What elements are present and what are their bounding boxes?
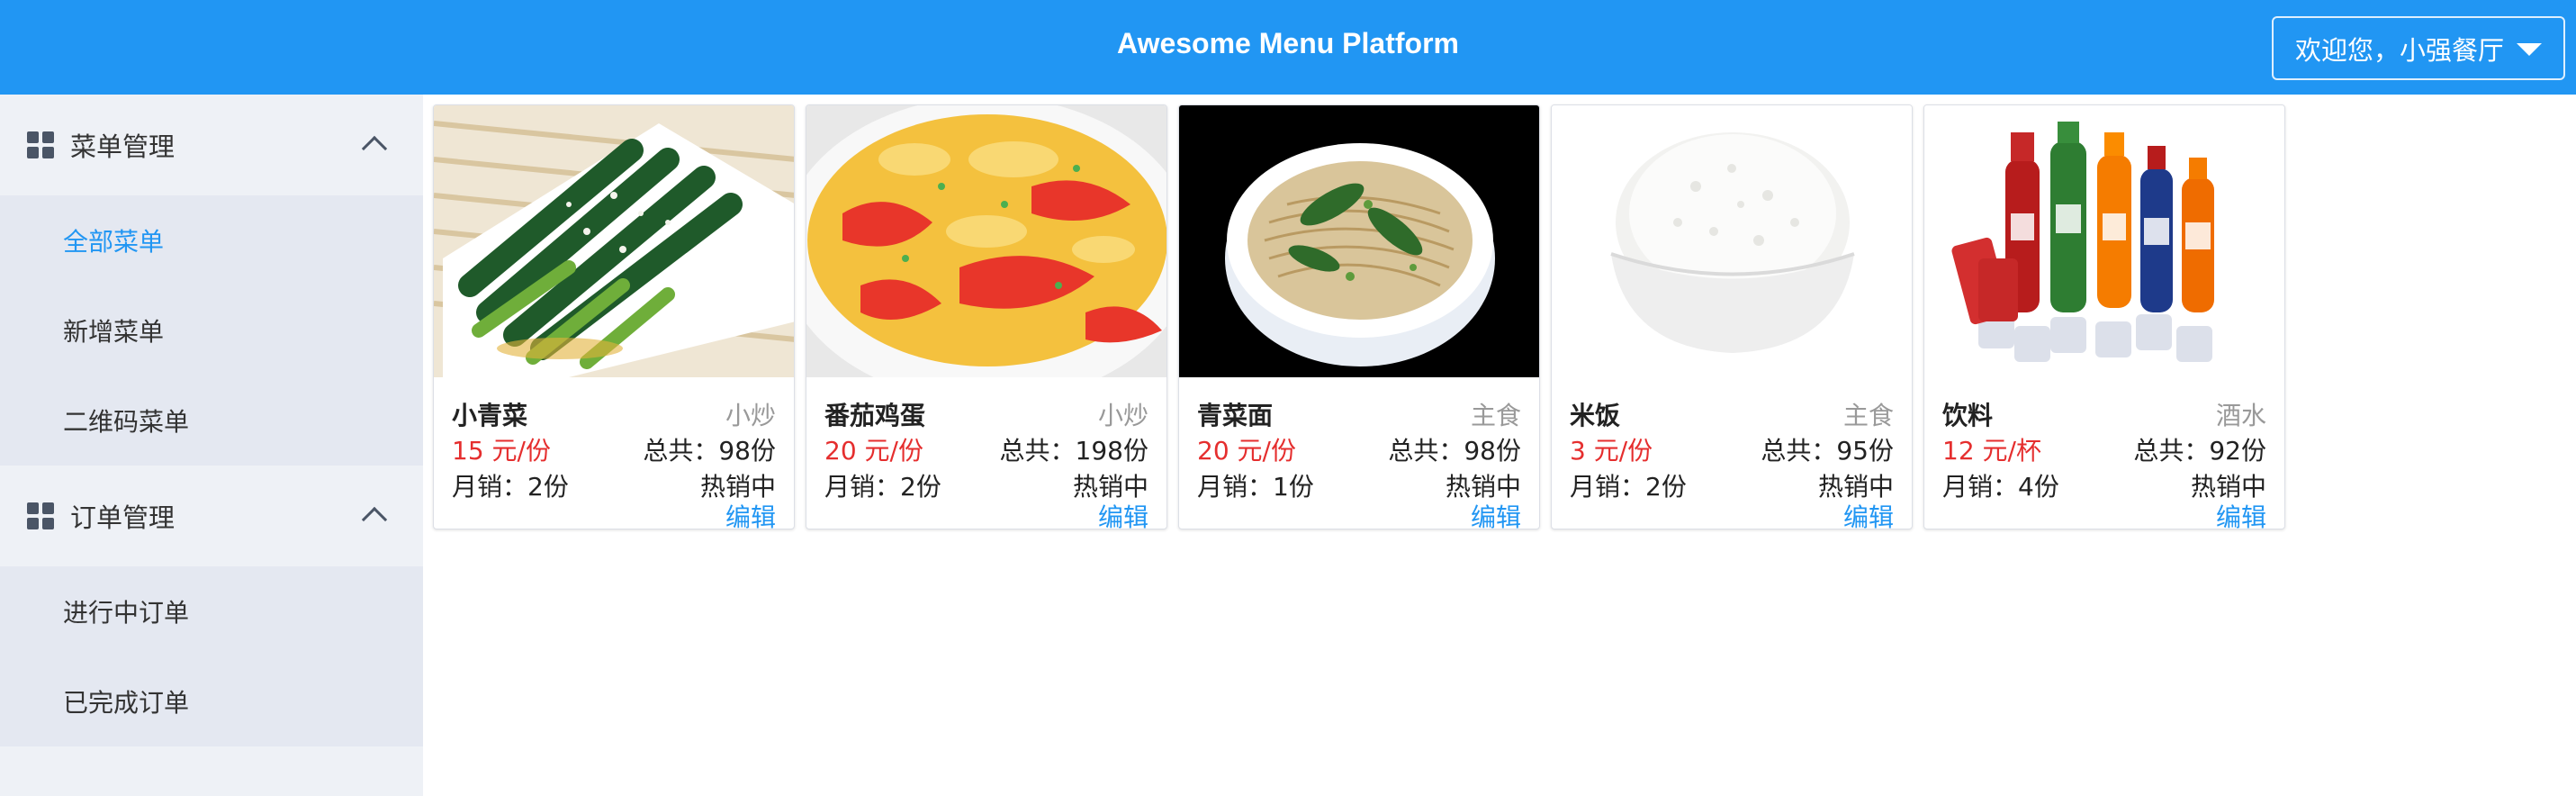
dish-price: 12 元/杯 — [1942, 436, 2041, 466]
dish-price: 20 元/份 — [1197, 436, 1296, 466]
sidebar-item-orders-in-progress[interactable]: 进行中订单 — [0, 566, 423, 656]
dish-name: 米饭 — [1570, 401, 1621, 430]
sidebar-group-menu-management[interactable]: 菜单管理 — [0, 95, 423, 195]
dish-name: 小青菜 — [452, 401, 528, 430]
rice-bowl-photo — [1552, 105, 1912, 377]
caret-down-icon — [2517, 42, 2542, 56]
top-header: Awesome Menu Platform 欢迎您，小强餐厅 — [0, 0, 2576, 95]
dish-name: 番茄鸡蛋 — [824, 401, 926, 430]
sidebar-submenu: 进行中订单 已完成订单 — [0, 566, 423, 746]
chevron-up-icon — [361, 135, 388, 162]
dish-category: 酒水 — [2215, 401, 2266, 430]
app-title: Awesome Menu Platform — [1117, 27, 1459, 59]
dish-name: 青菜面 — [1197, 401, 1274, 430]
grid-icon — [27, 131, 54, 158]
drinks-photo — [1924, 105, 2284, 377]
edit-link[interactable]: 编辑 — [725, 498, 776, 529]
edit-link[interactable]: 编辑 — [1471, 498, 1521, 529]
menu-card[interactable]: 饮料 酒水 12 元/杯 总共：92份 月销：4份 热销中 编辑 — [1923, 104, 2285, 529]
sidebar-group-order-management[interactable]: 订单管理 — [0, 466, 423, 566]
edit-link[interactable]: 编辑 — [2216, 498, 2266, 529]
menu-card[interactable]: 番茄鸡蛋 小炒 20 元/份 总共：198份 月销：2份 热销中 编辑 — [806, 104, 1167, 529]
chevron-up-icon — [361, 506, 388, 533]
sidebar-item-all-menus[interactable]: 全部菜单 — [0, 195, 423, 285]
dish-monthly-sales: 月销：2份 — [452, 472, 569, 502]
edit-link[interactable]: 编辑 — [1098, 498, 1148, 529]
dish-category: 主食 — [1470, 401, 1521, 430]
dish-category: 小炒 — [1097, 401, 1148, 430]
dish-monthly-sales: 月销：2份 — [1570, 472, 1687, 502]
dish-price: 20 元/份 — [824, 436, 923, 466]
edit-link[interactable]: 编辑 — [1843, 498, 1894, 529]
vegetable-noodles-photo — [1179, 105, 1539, 377]
dish-monthly-sales: 月销：4份 — [1942, 472, 2059, 502]
dish-name: 饮料 — [1942, 401, 1994, 430]
stir-fried-greens-photo — [434, 105, 794, 377]
sidebar-submenu: 全部菜单 新增菜单 二维码菜单 — [0, 195, 423, 466]
sidebar-group-label: 订单管理 — [70, 502, 176, 533]
dish-total: 总共：98份 — [1388, 436, 1521, 466]
user-menu-button[interactable]: 欢迎您，小强餐厅 — [2272, 16, 2565, 80]
dish-total: 总共：98份 — [643, 436, 776, 466]
dish-price: 15 元/份 — [452, 436, 551, 466]
sidebar-item-orders-completed[interactable]: 已完成订单 — [0, 656, 423, 746]
dish-category: 小炒 — [725, 401, 776, 430]
dish-category: 主食 — [1842, 401, 1894, 430]
menu-card[interactable]: 青菜面 主食 20 元/份 总共：98份 月销：1份 热销中 编辑 — [1178, 104, 1540, 529]
sidebar-item-add-menu[interactable]: 新增菜单 — [0, 285, 423, 375]
sidebar-group-label: 菜单管理 — [70, 131, 176, 162]
user-menu-label: 欢迎您，小强餐厅 — [2294, 34, 2504, 66]
dish-price: 3 元/份 — [1570, 436, 1653, 466]
dish-total: 总共：92份 — [2133, 436, 2266, 466]
grid-icon — [27, 502, 54, 529]
dish-monthly-sales: 月销：2份 — [824, 472, 941, 502]
sidebar-item-qrcode-menu[interactable]: 二维码菜单 — [0, 375, 423, 466]
dish-total: 总共：95份 — [1761, 436, 1894, 466]
tomato-egg-photo — [806, 105, 1166, 377]
dish-monthly-sales: 月销：1份 — [1197, 472, 1314, 502]
dish-total: 总共：198份 — [999, 436, 1148, 466]
menu-card[interactable]: 米饭 主食 3 元/份 总共：95份 月销：2份 热销中 编辑 — [1551, 104, 1913, 529]
sidebar: 菜单管理 全部菜单 新增菜单 二维码菜单 订单管理 进行中订单 已完成订单 — [0, 95, 423, 796]
menu-card[interactable]: 小青菜 小炒 15 元/份 总共：98份 月销：2份 热销中 编辑 — [433, 104, 795, 529]
